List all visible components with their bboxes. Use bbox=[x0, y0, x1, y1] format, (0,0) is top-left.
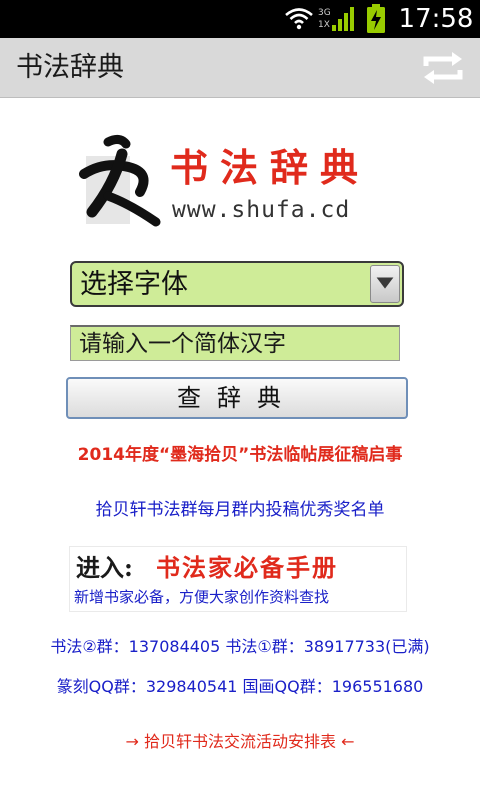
battery-icon bbox=[367, 4, 385, 33]
logo-url: www.shufa.cd bbox=[172, 197, 351, 223]
qq-groups-line-2: 篆刻QQ群：329840541 国画QQ群：196551680 bbox=[56, 677, 424, 696]
handbook-tagline: 新增书家必备，方便大家创作资料查找 bbox=[74, 588, 330, 606]
status-bar: 3G 1X 17:58 bbox=[0, 0, 480, 38]
handbook-enter-label: 进入: bbox=[76, 553, 133, 582]
app-title: 书法辞典 bbox=[16, 52, 124, 83]
action-bar: 书法辞典 bbox=[0, 38, 480, 98]
network-label: 3G bbox=[318, 8, 331, 18]
app-logo: 书法辞典 www.shufa.cd bbox=[78, 134, 408, 230]
handbook-title: 书法家必备手册 bbox=[156, 553, 338, 582]
font-select-value: 选择字体 bbox=[80, 269, 188, 300]
dropdown-arrow[interactable] bbox=[370, 265, 400, 303]
award-list-link[interactable]: 拾贝轩书法群每月群内投稿优秀奖名单 bbox=[0, 498, 480, 522]
chevron-down-icon bbox=[376, 277, 394, 289]
calligraphy-logo-mark bbox=[79, 134, 161, 227]
refresh-icon[interactable] bbox=[420, 51, 466, 85]
exhibition-notice-link[interactable]: 2014年度“墨海拾贝”书法临帖展征稿启事 bbox=[0, 443, 480, 467]
char-input[interactable] bbox=[70, 325, 400, 361]
search-dictionary-button[interactable]: 查辞典 bbox=[66, 377, 408, 419]
font-select[interactable]: 选择字体 bbox=[70, 261, 404, 307]
wifi-icon bbox=[285, 8, 313, 30]
logo-brand-text: 书法辞典 bbox=[170, 145, 371, 190]
qq-groups-line-1: 书法②群：137084405 书法①群：38917733(已满) bbox=[50, 637, 430, 656]
signal-icon: 3G 1X bbox=[318, 7, 354, 31]
status-clock: 17:58 bbox=[398, 4, 474, 34]
handbook-banner[interactable]: 进入: 书法家必备手册 新增书家必备，方便大家创作资料查找 bbox=[69, 546, 407, 612]
activity-schedule-link[interactable]: → 拾贝轩书法交流活动安排表 ← bbox=[0, 731, 480, 753]
network-sublabel: 1X bbox=[318, 20, 330, 30]
